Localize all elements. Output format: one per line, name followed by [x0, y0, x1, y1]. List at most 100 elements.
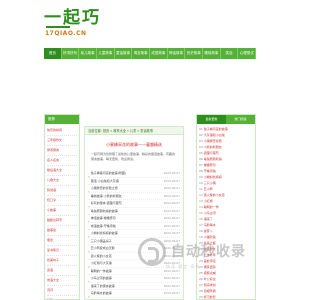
nav-item[interactable]: 首页 [44, 48, 62, 59]
article-date: 2022-09-07 [163, 291, 180, 295]
list-item: • 龟兔赛跑新编的故事 2022-09-07 [88, 208, 180, 215]
logo-underline [46, 26, 70, 28]
article-date: 2022-09-07 [163, 231, 180, 235]
article-link[interactable]: 小马过河的故事 [91, 275, 155, 282]
sidebar-left-item[interactable]: 读书笔记 [47, 246, 77, 256]
main-nav: 首页 好词好句 幼儿故事 儿童故事 童话故事 寓言故事 成语故事 神话故事 历史故事 睡前故事 笑话… [44, 48, 257, 59]
rank-link[interactable]: 小熊的新朋友 [204, 145, 222, 149]
sidebar-left-item[interactable]: 三年级作文 [47, 136, 77, 146]
article-link[interactable]: 龟兔赛跑新编的故事 [91, 208, 155, 215]
rank-link[interactable]: 兔子看月亮的故事 [204, 127, 228, 131]
article-link[interactable]: 神话故事:嫦娥奔月 [91, 215, 155, 222]
logo-text: 一起巧 [44, 8, 101, 28]
article-date: 2022-09-07 [163, 276, 180, 280]
watermark-title: 自动秒收录 [171, 244, 246, 260]
article-link[interactable]: 小猪佩奇的冒险之旅 [91, 185, 155, 192]
sidebar-left-item[interactable]: 成语大全 [47, 276, 77, 286]
article-date: 2022-09-07 [163, 283, 180, 288]
rank-link[interactable]: 自相矛盾 [204, 289, 216, 293]
site-logo[interactable]: 一起巧 17QIAO.CN [44, 3, 124, 43]
nav-item[interactable]: 好词好句 [62, 48, 80, 59]
article-list: • 兔子看着月亮的故事(附图) 2022-09-07 • 童话:小白兔和大灰狼 202… [85, 170, 183, 298]
nav-item[interactable]: 神话故事 [168, 48, 186, 59]
rank-link[interactable]: 刻舟求剑 [204, 283, 216, 287]
list-item: • 小马过河的故事 2022-09-07 [88, 275, 180, 283]
nav-item[interactable]: 成语故事 [150, 48, 168, 59]
article-date: 2022-09-07 [163, 171, 180, 175]
rank-link[interactable]: 卖火柴的小女孩 [204, 193, 225, 197]
sidebar-left-item[interactable]: 对联 [47, 296, 77, 299]
sidebar-left-list: 快乐的拼音 三年级作文 伊索寓言 名人名言 歇后语大全 儿歌大全 猜谜语 绕口令 小故事 脑筋急转… [45, 124, 79, 299]
rank-link[interactable]: 龟兔赛跑新编 [204, 157, 222, 161]
nav-item[interactable]: 儿童故事 [97, 48, 115, 59]
rank-link[interactable]: 小蝌蚪找妈妈 [204, 175, 222, 179]
sidebar-left-item[interactable]: 诗词 [47, 286, 77, 296]
nav-item[interactable]: 睡前故事 [203, 48, 221, 59]
rank-link[interactable]: 狼来了 [204, 217, 213, 221]
sidebar-left-item[interactable]: 歇后语大全 [47, 166, 77, 176]
rank-link[interactable]: 三只小猪 [204, 181, 216, 185]
article-date: 2022-09-07 [163, 193, 180, 198]
sidebar-left-item[interactable]: 童谣 [47, 236, 77, 246]
article-link[interactable]: 兔子看着月亮的故事(附图) [91, 170, 155, 177]
rank-link[interactable]: 狐狸与葡萄 [204, 151, 219, 155]
rank-link[interactable]: 嫦娥奔月 [204, 163, 216, 167]
article-link[interactable]: 狼来了的寓言故事 [91, 283, 155, 290]
nav-item[interactable]: 寓言故事 [132, 48, 151, 59]
rank-link[interactable]: 大灰狼和小白兔 [204, 133, 225, 137]
sidebar-left-item[interactable]: 快乐的拼音 [47, 126, 77, 136]
article-date: 2022-09-07 [163, 178, 180, 183]
sidebar-left-item[interactable]: 故事会 [47, 226, 77, 236]
list-item: • 乌鸦喝水的故事 2022-09-07 [88, 290, 180, 298]
sidebar-left-item[interactable]: 脑筋急转弯 [47, 216, 77, 226]
article-date: 2022-09-07 [163, 201, 180, 205]
list-item: • 狼来了的寓言故事 2022-09-07 [88, 283, 180, 290]
tab-latest[interactable]: 最新更新 [197, 115, 226, 124]
sidebar-left-heading: 推荐 [45, 115, 79, 124]
nav-item[interactable]: 笑话 [221, 48, 239, 59]
rank-link[interactable]: 聪明的一休 [204, 205, 219, 209]
rank-link[interactable]: 小猪佩奇冒险 [204, 139, 222, 143]
sidebar-left-item[interactable]: 猜谜语 [47, 186, 77, 196]
rank-link[interactable]: 拔萝卜 [204, 229, 213, 233]
article-link[interactable]: 好玩的寓言:狐狸与葡萄 [91, 200, 155, 207]
list-item: • 睡前故事:小熊的新朋友 2022-09-07 [88, 193, 180, 200]
sidebar-left-item[interactable]: 儿歌大全 [47, 176, 77, 186]
nav-item[interactable]: 历史故事 [185, 48, 204, 59]
watermark-logo-icon [138, 238, 166, 266]
nav-item[interactable]: 幼儿故事 [79, 48, 98, 59]
article-date: 2022-09-07 [163, 223, 180, 228]
logo-domain: 17QIAO.CN [45, 30, 87, 37]
sidebar-left-item[interactable]: 小故事 [47, 206, 77, 216]
article-date: 2022-09-07 [163, 186, 180, 190]
rank-link[interactable]: 杯弓蛇影 [204, 295, 216, 299]
watermark-overlay: 自动秒收录 快速·稳定·高效 [138, 238, 245, 274]
breadcrumb: 当前位置: 首页 » 故事大全 » 儿童 » 童话故事 [85, 127, 183, 135]
sidebar-left-item[interactable]: 绕口令 [47, 196, 77, 206]
nav-item[interactable]: 童话故事 [115, 48, 133, 59]
sidebar-left-item[interactable]: 优美句子 [47, 256, 77, 266]
article-link[interactable]: 小蝌蚪找妈妈的故事 [91, 230, 155, 237]
sidebar-left-item[interactable]: 伊索寓言 [47, 146, 77, 156]
nav-item[interactable]: 心理测试 [238, 48, 257, 59]
sidebar-left-item[interactable]: 名人名言 [47, 156, 77, 166]
sidebar-left-item[interactable]: 谚语 [47, 266, 77, 276]
tab-popular[interactable]: 热门阅读 [226, 115, 255, 124]
article-link[interactable]: 乌鸦喝水的故事 [91, 290, 155, 297]
list-item: • 好玩的寓言:狐狸与葡萄 2022-09-07 [88, 200, 180, 208]
rank-link[interactable]: 丑小鸭 [204, 187, 213, 191]
article-link[interactable]: 睡前故事:小熊的新朋友 [91, 193, 155, 200]
rank-link[interactable]: 小马过河 [204, 211, 216, 215]
rank-link[interactable]: 守株待兔 [204, 169, 216, 173]
rank-link[interactable]: 乌鸦喝水 [204, 223, 216, 227]
article-title: 小蜜蜂采花的故事——童趣精选 [106, 142, 162, 147]
article-date: 2022-09-07 [163, 208, 180, 213]
article-link[interactable]: 成语故事:守株待兔 [91, 223, 155, 230]
article-date: 2022-09-07 [163, 216, 180, 220]
site-header: 一起巧 17QIAO.CN [0, 0, 300, 46]
intro-text: 一起巧网为您整理了最新的儿童故事，精彩的童话故事、有趣的寓言故事，每天更新，欢迎… [91, 152, 176, 161]
article-link[interactable]: 童话:小白兔和大灰狼 [91, 178, 155, 185]
list-item: • 小蝌蚪找妈妈的故事 2022-09-07 [88, 230, 180, 238]
rank-link[interactable]: 叶公好龙 [204, 277, 216, 281]
rank-link[interactable]: 小红帽 [204, 199, 213, 203]
